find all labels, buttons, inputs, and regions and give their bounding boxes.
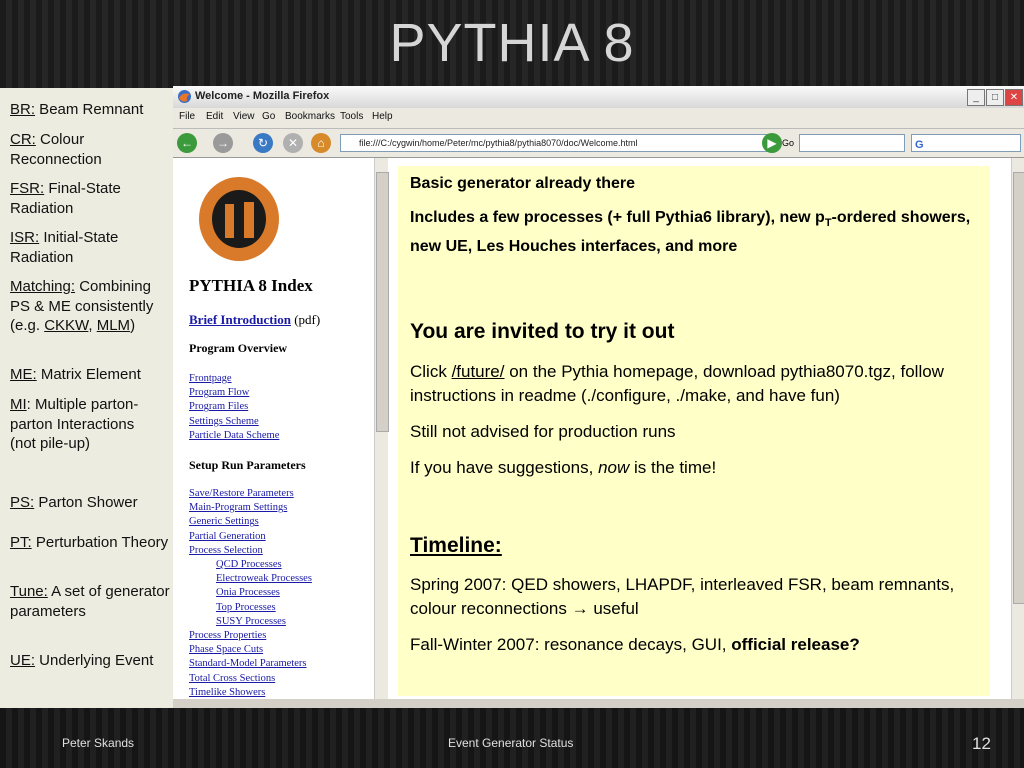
quick-search-input[interactable] <box>799 134 905 152</box>
menu-go[interactable]: Go <box>262 111 275 122</box>
firefox-icon <box>178 90 191 103</box>
back-arrow-icon[interactable]: ← <box>177 133 197 153</box>
link-setup-item[interactable]: Save/Restore Parameters <box>189 487 379 501</box>
minimize-button[interactable]: _ <box>967 89 985 106</box>
link-settings-scheme[interactable]: Settings Scheme <box>189 416 259 427</box>
brief-introduction-link[interactable]: Brief Introduction <box>189 312 291 327</box>
glossary-matching: Matching: Combining PS & ME consistently… <box>10 278 154 334</box>
footer-author: Peter Skands <box>62 736 135 750</box>
overlay-note: Basic generator already there Includes a… <box>398 166 990 696</box>
note-click: Click /future/ on the Pythia homepage, d… <box>410 362 944 405</box>
menu-help[interactable]: Help <box>372 111 393 122</box>
program-overview-title: Program Overview <box>189 341 288 355</box>
slide-footer: Peter Skands Event Generator Status 12 <box>0 708 1024 768</box>
home-icon[interactable]: ⌂ <box>311 133 331 153</box>
go-label: Go <box>782 138 795 148</box>
navigation-toolbar: ← → ↻ ✕ ⌂ file:///C:/cygwin/home/Peter/m… <box>173 129 1024 158</box>
maximize-button[interactable]: □ <box>986 89 1004 106</box>
link-setup-item[interactable]: Process Properties <box>189 629 379 643</box>
timeline-spring: Spring 2007: QED showers, LHAPDF, interl… <box>410 575 955 618</box>
menu-file[interactable]: File <box>179 111 195 122</box>
index-heading: PYTHIA 8 Index <box>189 276 313 295</box>
go-icon[interactable]: ▶ <box>762 133 782 153</box>
link-frontpage[interactable]: Frontpage <box>189 373 232 384</box>
page-scroll-thumb[interactable] <box>1013 172 1024 604</box>
stop-icon[interactable]: ✕ <box>283 133 303 153</box>
link-setup-item[interactable]: SUSY Processes <box>189 615 379 629</box>
index-frame-scrollbar[interactable] <box>374 158 389 699</box>
link-setup-item[interactable]: Partial Generation <box>189 530 379 544</box>
link-setup-item[interactable]: Electroweak Processes <box>189 572 379 586</box>
glossary-isr: ISR: Initial-State Radiation <box>10 229 119 266</box>
link-setup-item[interactable]: QCD Processes <box>189 558 379 572</box>
link-setup-item[interactable]: Top Processes <box>189 601 379 615</box>
glossary-ps: PS: Parton Shower <box>10 494 138 511</box>
note-line-1: Basic generator already there <box>410 175 635 192</box>
glossary-sidebar: BR: Beam Remnant CR: Colour Reconnection… <box>0 88 173 708</box>
brief-intro-row: Brief Introduction (pdf) <box>189 312 321 327</box>
glossary-tune: Tune: A set of generator parameters <box>10 583 170 620</box>
google-search-input[interactable]: G <box>911 134 1021 152</box>
glossary-ue: UE: Underlying Event <box>10 652 154 669</box>
note-line-2: Includes a few processes (+ full Pythia6… <box>410 209 971 256</box>
footer-topic: Event Generator Status <box>448 736 574 750</box>
setup-links: Save/Restore Parameters Main-Program Sett… <box>189 487 379 699</box>
close-button[interactable]: ✕ <box>1005 89 1023 106</box>
link-setup-item[interactable]: Phase Space Cuts <box>189 643 379 657</box>
slide-title: PYTHIA 8 <box>389 13 635 73</box>
menu-tools[interactable]: Tools <box>340 111 363 122</box>
link-setup-item[interactable]: Standard-Model Parameters <box>189 657 379 671</box>
future-link[interactable]: /future/ <box>452 362 505 381</box>
timeline-fall: Fall-Winter 2007: resonance decays, GUI,… <box>410 635 860 654</box>
index-scroll-thumb[interactable] <box>376 172 389 432</box>
link-setup-item[interactable]: Generic Settings <box>189 515 379 529</box>
address-bar[interactable]: file:///C:/cygwin/home/Peter/mc/pythia8/… <box>340 134 773 152</box>
greek-vase-logo <box>199 177 279 261</box>
google-search-icon: G <box>915 139 924 151</box>
link-setup-item[interactable]: Main-Program Settings <box>189 501 379 515</box>
invite-heading: You are invited to try it out <box>410 320 675 343</box>
page-number: 12 <box>972 734 991 753</box>
window-title: Welcome - Mozilla Firefox <box>195 90 330 102</box>
reload-icon[interactable]: ↻ <box>253 133 273 153</box>
glossary-me: ME: Matrix Element <box>10 366 141 383</box>
note-suggestions: If you have suggestions, now is the time… <box>410 458 717 477</box>
menu-view[interactable]: View <box>233 111 255 122</box>
link-setup-item[interactable]: Timelike Showers <box>189 686 379 699</box>
overview-links: Frontpage Program Flow Program Files Set… <box>189 372 379 443</box>
note-not-advised: Still not advised for production runs <box>410 422 676 441</box>
timeline-heading: Timeline: <box>410 534 502 557</box>
glossary-mi: MI: Multiple parton-parton Interactions(… <box>10 396 139 452</box>
link-setup-item[interactable]: Onia Processes <box>189 586 379 600</box>
glossary-br: BR: Beam Remnant <box>10 101 144 118</box>
link-particle-data-scheme[interactable]: Particle Data Scheme <box>189 430 279 441</box>
link-program-flow[interactable]: Program Flow <box>189 387 249 398</box>
glossary-pt: PT: Perturbation Theory <box>10 534 169 551</box>
setup-run-title: Setup Run Parameters <box>189 458 306 472</box>
forward-arrow-icon[interactable]: → <box>213 133 233 153</box>
link-program-files[interactable]: Program Files <box>189 401 248 412</box>
glossary-cr: CR: Colour Reconnection <box>10 131 102 168</box>
window-titlebar: Welcome - Mozilla Firefox _ □ ✕ <box>173 86 1024 109</box>
page-scrollbar[interactable] <box>1011 158 1024 699</box>
menu-bookmarks[interactable]: Bookmarks <box>285 111 335 122</box>
glossary-fsr: FSR: Final-State Radiation <box>10 180 121 217</box>
menu-bar: File Edit View Go Bookmarks Tools Help <box>173 108 1024 129</box>
link-setup-item[interactable]: Total Cross Sections <box>189 672 379 686</box>
menu-edit[interactable]: Edit <box>206 111 223 122</box>
link-setup-item[interactable]: Process Selection <box>189 544 379 558</box>
